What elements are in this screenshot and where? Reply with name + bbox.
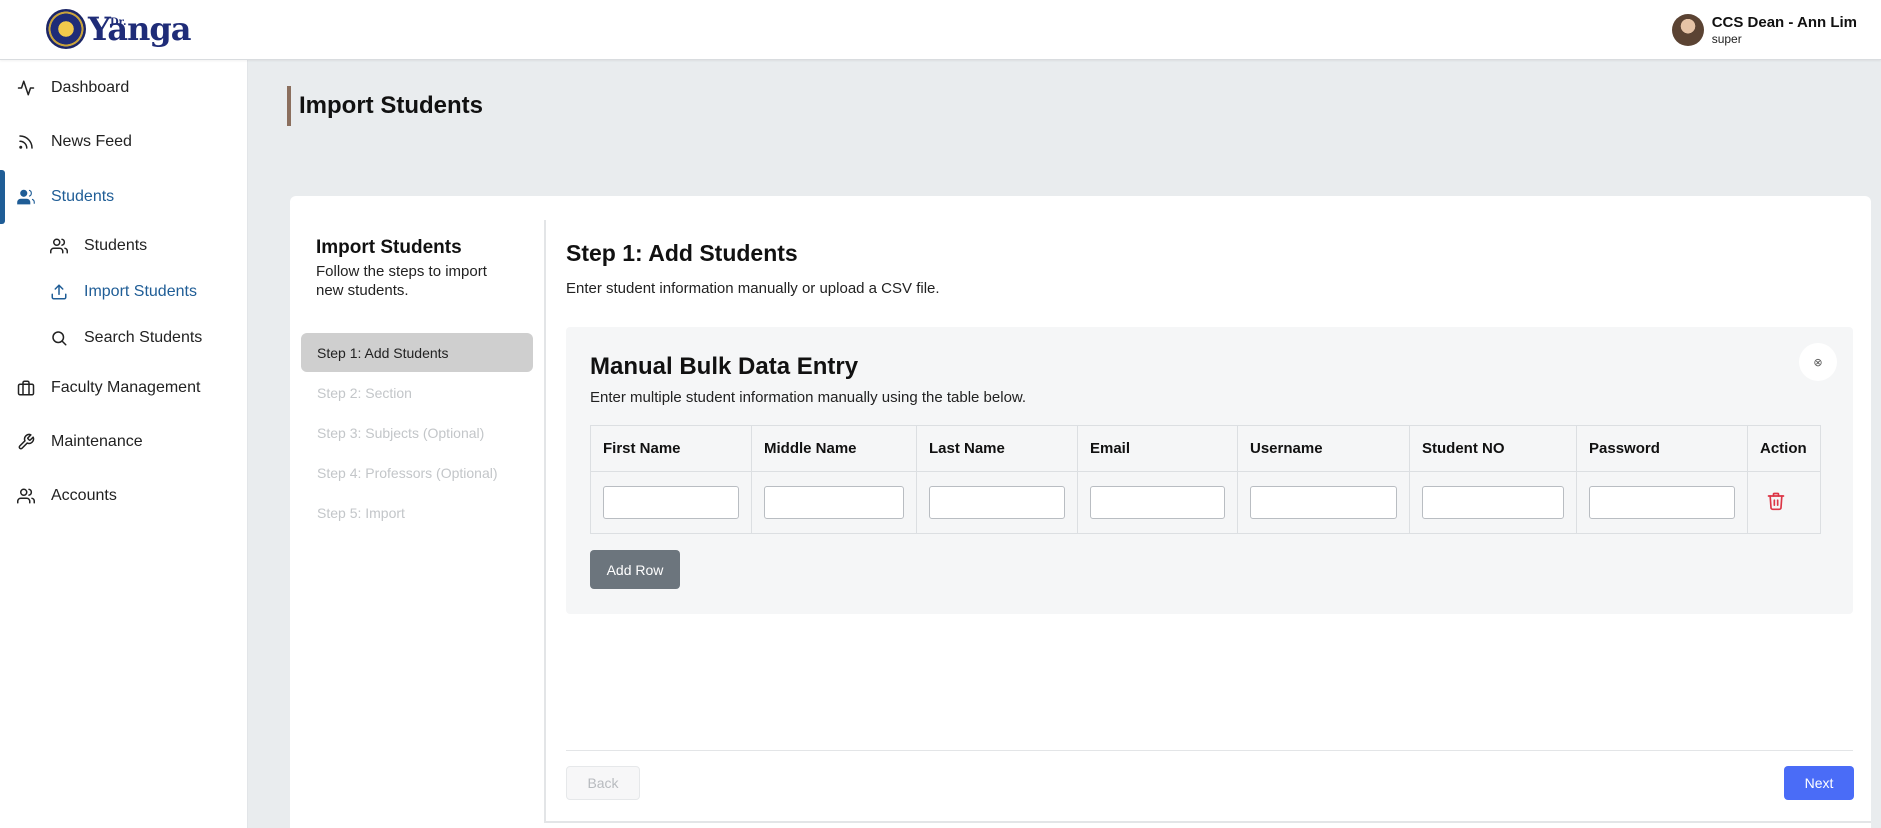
users-icon [17, 188, 35, 206]
main-area: Import Students Import Students Follow t… [248, 60, 1881, 828]
footer-divider [566, 750, 1853, 751]
table-cell [751, 471, 917, 534]
table-header-row: First Name Middle Name Last Name Email U… [590, 425, 1821, 472]
sidebar-subitem-search-students[interactable]: Search Students [0, 318, 247, 358]
user-menu[interactable]: CCS Dean - Ann Lim super [1671, 14, 1857, 46]
sidebar-item-label: News Feed [51, 133, 132, 150]
avatar[interactable] [1671, 14, 1704, 46]
logo-seal-icon [46, 9, 86, 49]
sidebar-subitem-label: Import Students [84, 283, 197, 300]
back-button[interactable]: Back [566, 766, 640, 800]
sidebar-subitem-label: Search Students [84, 329, 203, 346]
manual-entry-panel: Manual Bulk Data Entry Enter multiple st… [566, 327, 1853, 614]
logo[interactable]: Dr. Yanga [46, 9, 191, 49]
column-header: Last Name [916, 425, 1078, 472]
logo-prefix: Dr. [110, 17, 127, 28]
table-cell [1077, 471, 1238, 534]
user-name: CCS Dean - Ann Lim [1711, 14, 1857, 31]
column-header: Action [1747, 425, 1821, 472]
email-input[interactable] [1090, 486, 1225, 519]
page-title: Import Students [287, 86, 483, 126]
password-input[interactable] [1589, 486, 1735, 519]
trash-icon [1767, 492, 1785, 510]
column-header: First Name [590, 425, 752, 472]
column-header: Username [1237, 425, 1410, 472]
step-subjects: Step 3: Subjects (Optional) [317, 424, 485, 441]
sidebar-item-news-feed[interactable]: News Feed [0, 120, 247, 164]
close-icon: ⊗ [1813, 356, 1823, 369]
step-section: Step 2: Section [317, 384, 412, 401]
step-description: Enter student information manually or up… [566, 280, 940, 297]
upload-icon [50, 283, 68, 301]
table-cell [1576, 471, 1748, 534]
sidebar-item-label: Accounts [51, 487, 117, 504]
sidebar-subitem-students[interactable]: Students [0, 226, 247, 266]
last-name-input[interactable] [929, 486, 1065, 519]
sidebar-item-maintenance[interactable]: Maintenance [0, 420, 247, 464]
table-cell [1237, 471, 1410, 534]
search-icon [50, 329, 68, 347]
logo-text: Dr. Yanga [88, 9, 191, 49]
step-professors: Step 4: Professors (Optional) [317, 464, 498, 481]
next-button[interactable]: Next [1784, 766, 1854, 800]
close-button[interactable]: ⊗ [1799, 343, 1837, 381]
column-header: Email [1077, 425, 1238, 472]
student-no-input[interactable] [1422, 486, 1564, 519]
student-entry-table: First Name Middle Name Last Name Email U… [590, 425, 1821, 534]
sidebar-item-label: Maintenance [51, 433, 143, 450]
column-header: Password [1576, 425, 1748, 472]
delete-row-button[interactable] [1764, 489, 1788, 513]
logo-name: Yanga [88, 10, 191, 48]
top-header: Dr. Yanga CCS Dean - Ann Lim super [0, 0, 1881, 60]
briefcase-icon [17, 379, 35, 397]
username-input[interactable] [1250, 486, 1397, 519]
wrench-icon [17, 433, 35, 451]
step-import: Step 5: Import [317, 504, 405, 521]
manual-entry-title: Manual Bulk Data Entry [590, 353, 859, 380]
table-cell [590, 471, 752, 534]
user-role: super [1711, 32, 1742, 46]
sidebar-item-label: Faculty Management [51, 379, 201, 396]
users-icon [17, 487, 35, 505]
sidebar-item-students[interactable]: Students [0, 170, 247, 224]
table-cell [1409, 471, 1577, 534]
table-cell [1747, 471, 1821, 534]
table-cell [916, 471, 1078, 534]
wizard-description: Follow the steps to import new students. [316, 263, 487, 299]
import-card: Import Students Follow the steps to impo… [290, 196, 1871, 828]
sidebar: Dashboard News Feed Students Students Im… [0, 60, 248, 828]
step-content: Step 1: Add Students Enter student infor… [544, 220, 1871, 823]
add-row-button[interactable]: Add Row [590, 550, 680, 589]
first-name-input[interactable] [603, 486, 739, 519]
step-add-students[interactable]: Step 1: Add Students [301, 333, 533, 372]
sidebar-item-label: Dashboard [51, 79, 130, 96]
sidebar-item-dashboard[interactable]: Dashboard [0, 66, 247, 110]
wizard-title: Import Students [316, 237, 462, 258]
sidebar-item-faculty-management[interactable]: Faculty Management [0, 366, 247, 410]
wizard-steps-panel: Import Students Follow the steps to impo… [290, 196, 544, 828]
manual-entry-description: Enter multiple student information manua… [590, 389, 1027, 406]
middle-name-input[interactable] [764, 486, 904, 519]
sidebar-item-label: Students [51, 188, 115, 205]
step-title: Step 1: Add Students [566, 240, 798, 266]
sidebar-item-accounts[interactable]: Accounts [0, 474, 247, 518]
column-header: Student NO [1409, 425, 1577, 472]
activity-icon [17, 79, 35, 97]
sidebar-subitem-label: Students [84, 237, 148, 254]
table-row [590, 471, 1821, 534]
users-icon [50, 237, 68, 255]
column-header: Middle Name [751, 425, 917, 472]
rss-icon [17, 133, 35, 151]
sidebar-subitem-import-students[interactable]: Import Students [0, 272, 247, 312]
